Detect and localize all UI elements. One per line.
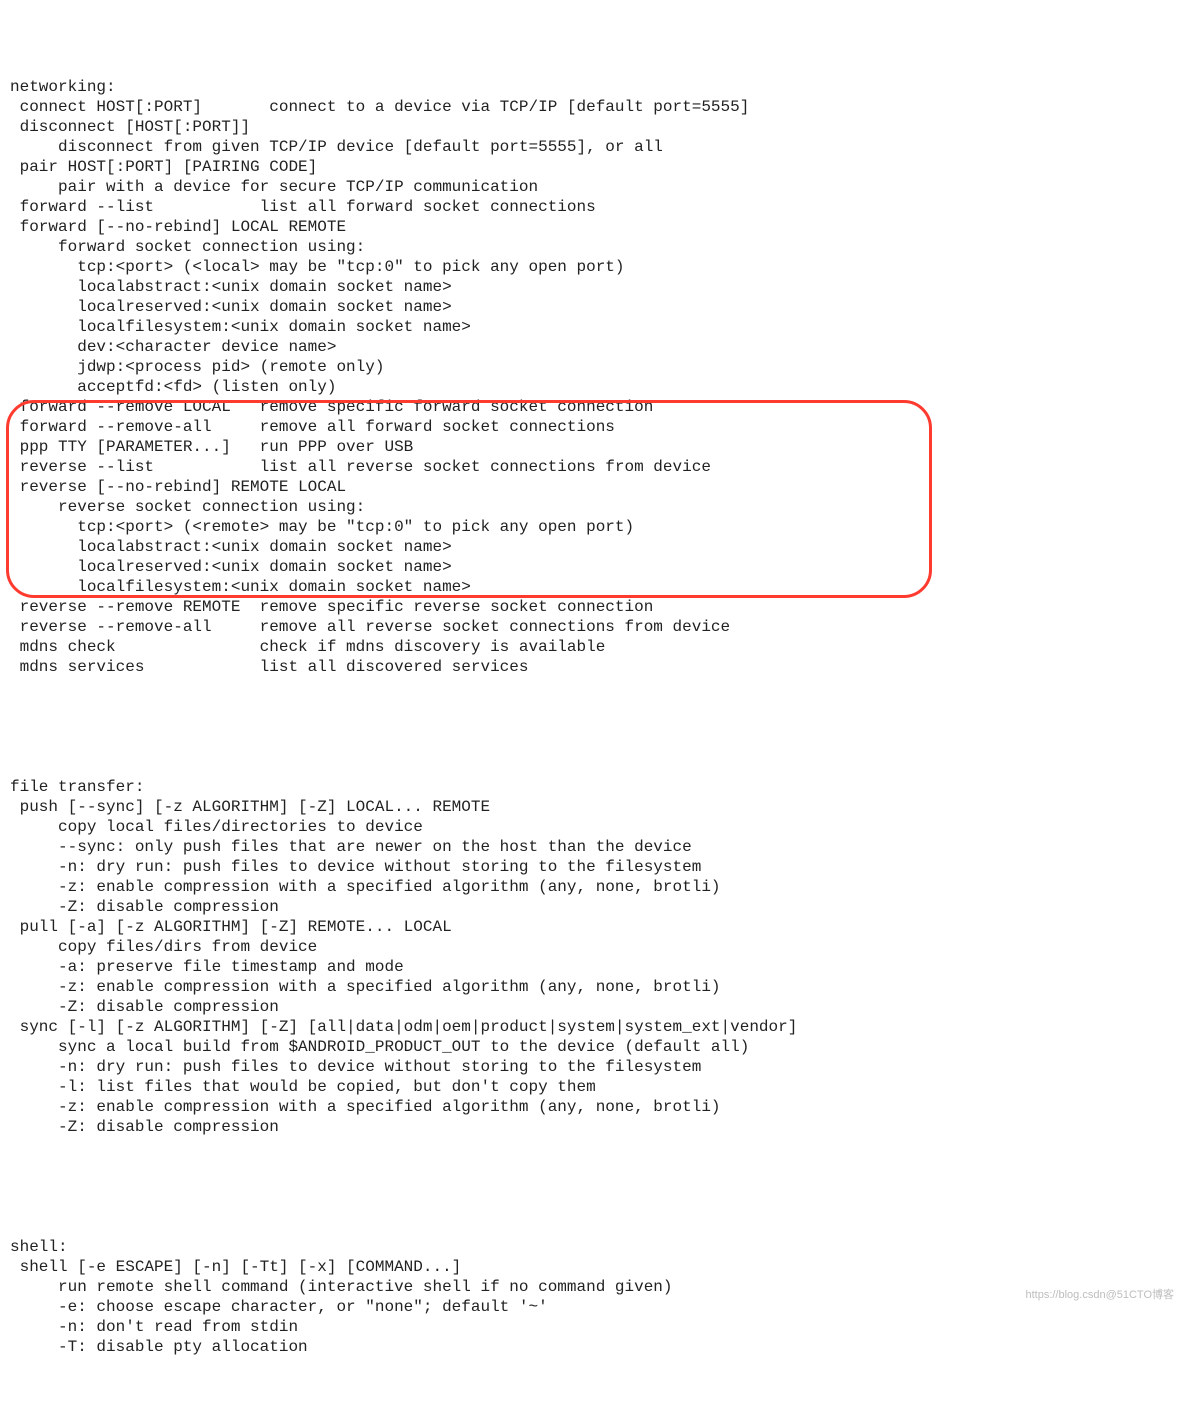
- blank-line-1: [10, 717, 1174, 737]
- networking-section: networking: connect HOST[:PORT] connect …: [10, 77, 1174, 677]
- watermark: https://blog.csdn@51CTO博客: [1025, 1285, 1174, 1305]
- help-text: networking: connect HOST[:PORT] connect …: [0, 0, 1184, 1407]
- file-transfer-section: file transfer: push [--sync] [-z ALGORIT…: [10, 777, 1174, 1137]
- page: networking: connect HOST[:PORT] connect …: [0, 0, 1184, 1313]
- blank-line-2: [10, 1177, 1174, 1197]
- shell-section: shell: shell [-e ESCAPE] [-n] [-Tt] [-x]…: [10, 1237, 1174, 1357]
